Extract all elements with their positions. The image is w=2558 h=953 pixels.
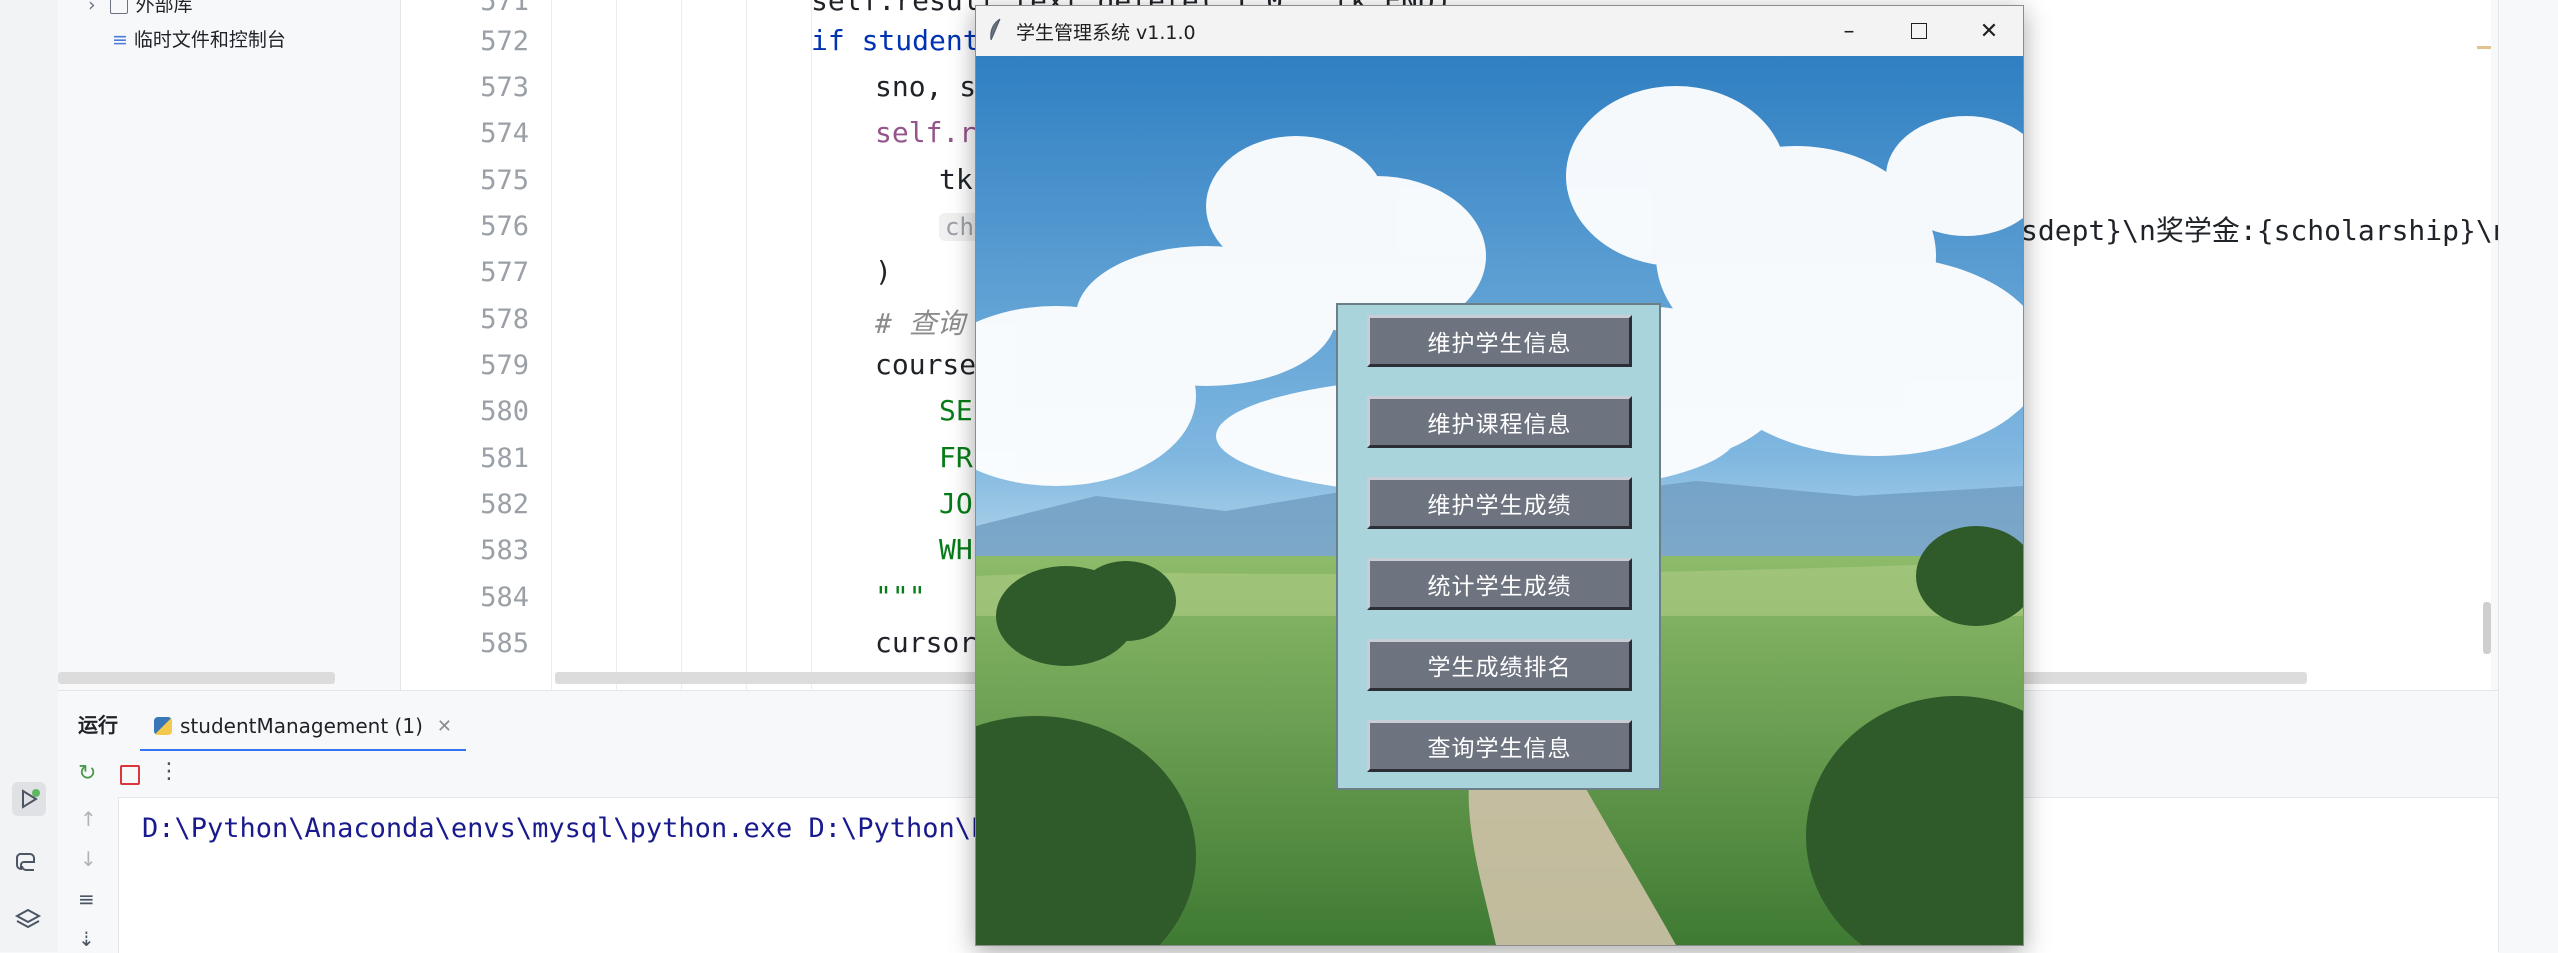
line-number: 583 bbox=[480, 535, 529, 566]
right-tool-strip bbox=[2498, 0, 2558, 952]
run-tool-icon[interactable] bbox=[12, 782, 46, 816]
line-number: 580 bbox=[480, 396, 529, 427]
code-line-577: ) bbox=[875, 255, 892, 288]
code-line-575: tk bbox=[939, 163, 973, 196]
python-file-icon bbox=[154, 717, 172, 735]
layers-icon[interactable] bbox=[14, 906, 44, 936]
project-tree-panel: › 外部库 ≡ 临时文件和控制台 bbox=[58, 0, 401, 690]
line-number: 575 bbox=[480, 165, 529, 196]
run-tab[interactable]: studentManagement (1) ✕ bbox=[140, 703, 466, 752]
run-panel-label: 运行 bbox=[78, 713, 118, 737]
code-line-582: JO bbox=[939, 487, 973, 520]
indent-guide bbox=[616, 0, 617, 690]
activity-bar bbox=[0, 0, 59, 952]
maintain-student-info-button[interactable]: 维护学生信息 bbox=[1367, 315, 1632, 367]
stop-icon[interactable] bbox=[120, 765, 140, 785]
line-number: 584 bbox=[480, 582, 529, 613]
line-number: 574 bbox=[480, 118, 529, 149]
line-number-gutter: 571 572 573 574 575 576 577 578 579 580 … bbox=[401, 0, 551, 690]
gutter-divider bbox=[551, 0, 552, 690]
line-number: 572 bbox=[480, 26, 529, 57]
student-score-ranking-button[interactable]: 学生成绩排名 bbox=[1367, 639, 1632, 691]
line-number: 577 bbox=[480, 257, 529, 288]
code-line-574: self.r bbox=[875, 116, 977, 149]
line-number: 573 bbox=[480, 72, 529, 103]
maintain-student-scores-button[interactable]: 维护学生成绩 bbox=[1367, 477, 1632, 529]
line-number: 579 bbox=[480, 350, 529, 381]
indent-guide bbox=[746, 0, 747, 690]
code-line-579: course bbox=[875, 348, 977, 381]
tree-item-scratches[interactable]: ≡ 临时文件和控制台 bbox=[112, 25, 286, 52]
python-console-icon[interactable] bbox=[14, 848, 44, 878]
tk-app-window: 学生管理系统 v1.1.0 – ✕ 维护学生信息 维护课程信息 维护学生成绩 统… bbox=[975, 5, 2024, 946]
scroll-to-end-icon[interactable]: ⇣ bbox=[78, 927, 95, 951]
code-line-580: SE bbox=[939, 394, 973, 427]
console-output[interactable]: D:\Python\Anaconda\envs\mysql\python.exe… bbox=[142, 813, 987, 844]
maximize-button[interactable] bbox=[1884, 6, 1954, 56]
indent-guide bbox=[811, 0, 812, 690]
library-icon bbox=[109, 0, 128, 14]
window-titlebar[interactable]: 学生管理系统 v1.1.0 – ✕ bbox=[976, 6, 2023, 56]
line-number: 581 bbox=[480, 443, 529, 474]
main-menu-frame: 维护学生信息 维护课程信息 维护学生成绩 统计学生成绩 学生成绩排名 查询学生信… bbox=[1336, 303, 1661, 790]
line-number: 576 bbox=[480, 211, 529, 242]
rerun-icon[interactable]: ↻ bbox=[78, 761, 96, 786]
arrow-up-icon[interactable]: ↑ bbox=[80, 807, 97, 831]
editor-vertical-scrollbar[interactable] bbox=[2483, 602, 2491, 654]
code-line-581: FR bbox=[939, 441, 973, 474]
code-line-584: """ bbox=[875, 580, 926, 613]
line-number: 582 bbox=[480, 489, 529, 520]
window-title: 学生管理系统 v1.1.0 bbox=[1016, 22, 1196, 44]
soft-wrap-icon[interactable]: ≡ bbox=[78, 887, 95, 911]
right-gutter-marker bbox=[2477, 46, 2491, 49]
minimize-button[interactable]: – bbox=[1814, 6, 1884, 56]
feather-icon bbox=[988, 18, 1002, 42]
line-number: 578 bbox=[480, 304, 529, 335]
statistics-student-scores-button[interactable]: 统计学生成绩 bbox=[1367, 558, 1632, 610]
horizontal-scrollbar[interactable] bbox=[58, 672, 335, 684]
code-line-576-tail: sdept}\n奖学金:{scholarship}\n" bbox=[2021, 214, 2527, 247]
code-line-578: # 查询 bbox=[875, 307, 965, 340]
tree-item-external-libraries[interactable]: › 外部库 bbox=[88, 0, 193, 17]
console-side-toolbar: ↑ ↓ ≡ ⇣ bbox=[58, 797, 119, 953]
run-tab-label: studentManagement (1) bbox=[180, 714, 423, 738]
maintain-course-info-button[interactable]: 维护课程信息 bbox=[1367, 396, 1632, 448]
arrow-down-icon[interactable]: ↓ bbox=[80, 847, 97, 871]
code-line-583: WH bbox=[939, 533, 973, 566]
line-number: 585 bbox=[480, 628, 529, 659]
code-line-585: cursor bbox=[875, 626, 977, 659]
chevron-right-icon: › bbox=[88, 0, 96, 16]
close-tab-icon[interactable]: ✕ bbox=[437, 716, 452, 737]
close-window-button[interactable]: ✕ bbox=[1954, 6, 2024, 56]
scratches-icon: ≡ bbox=[112, 29, 128, 51]
code-line-572: if student bbox=[811, 24, 980, 57]
background-landscape-image: 维护学生信息 维护课程信息 维护学生成绩 统计学生成绩 学生成绩排名 查询学生信… bbox=[976, 56, 2023, 945]
code-line-576: ch bbox=[939, 209, 980, 242]
query-student-info-button[interactable]: 查询学生信息 bbox=[1367, 720, 1632, 772]
line-number: 571 bbox=[480, 0, 529, 17]
indent-guide bbox=[681, 0, 682, 690]
code-line-573: sno, s bbox=[875, 70, 977, 103]
more-options-icon[interactable]: ⋮ bbox=[158, 759, 180, 784]
inlay-hint: ch bbox=[939, 213, 980, 241]
